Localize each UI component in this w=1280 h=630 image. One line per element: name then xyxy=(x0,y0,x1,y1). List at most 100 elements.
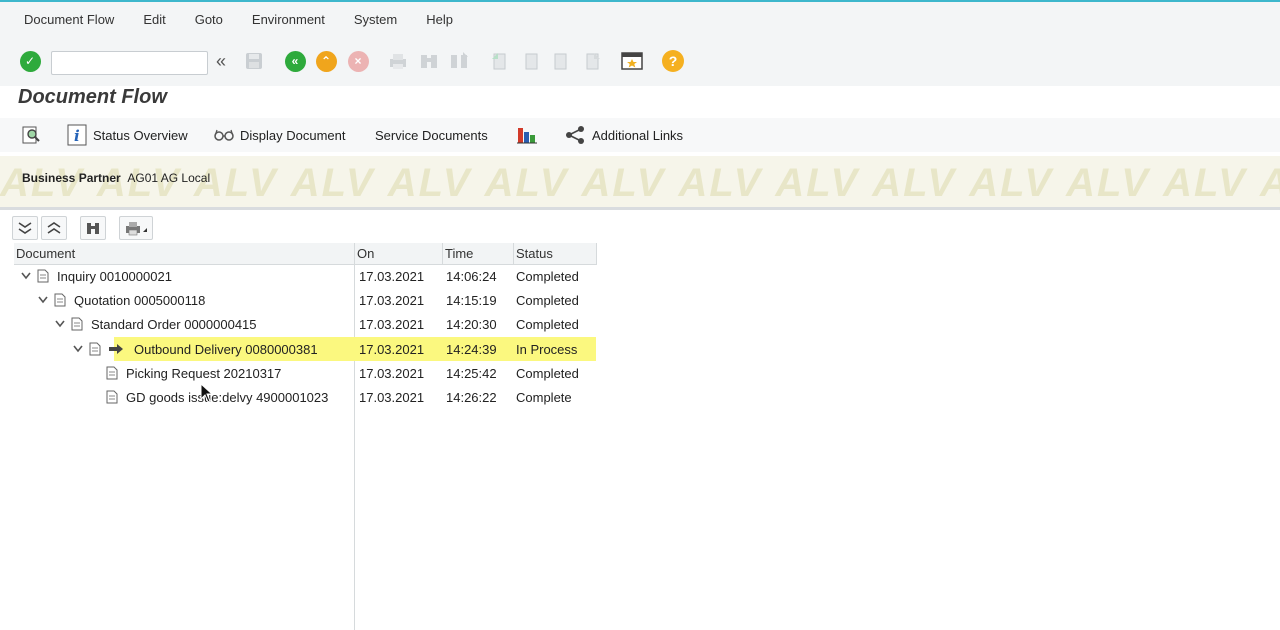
display-document-button[interactable]: Display Document xyxy=(214,118,346,152)
document-icon xyxy=(37,269,49,283)
status-cell: Complete xyxy=(516,389,572,405)
menu-bar: Document Flow Edit Goto Environment Syst… xyxy=(0,0,1280,36)
find-icon xyxy=(421,55,437,68)
enter-icon: ✓ xyxy=(19,50,41,72)
status-cell: Completed xyxy=(516,365,579,381)
first-page-button[interactable] xyxy=(488,36,510,86)
date-cell: 17.03.2021 xyxy=(359,268,425,284)
cancel-icon: × xyxy=(347,50,369,72)
time-cell: 14:24:39 xyxy=(446,341,497,357)
time-cell: 14:25:42 xyxy=(446,365,497,381)
layout-button[interactable] xyxy=(620,36,644,86)
sap-window: Document Flow Edit Goto Environment Syst… xyxy=(0,0,1280,630)
document-cell[interactable]: Standard Order 0000000415 xyxy=(91,312,257,336)
column-header-document[interactable]: Document xyxy=(14,243,354,265)
back-icon: « xyxy=(284,50,306,72)
last-page-icon xyxy=(586,53,600,70)
document-icon xyxy=(54,293,66,307)
menu-goto[interactable]: Goto xyxy=(191,10,227,29)
cancel-button[interactable]: × xyxy=(347,36,369,86)
document-search-icon xyxy=(22,126,40,144)
display-document-label: Display Document xyxy=(240,127,346,143)
service-documents-button[interactable]: Service Documents xyxy=(375,118,488,152)
help-button[interactable]: ? xyxy=(661,36,685,86)
time-cell: 14:20:30 xyxy=(446,316,497,332)
menu-help[interactable]: Help xyxy=(422,10,457,29)
standard-toolbar: ✓ « « ⌃ × ? xyxy=(0,36,1280,86)
tree-find-button[interactable] xyxy=(80,216,106,240)
info-icon: i xyxy=(67,124,87,146)
document-cell[interactable]: Quotation 0005000118 xyxy=(74,288,205,312)
date-cell: 17.03.2021 xyxy=(359,316,425,332)
table-row[interactable]: Picking Request 20210317 17.03.2021 14:2… xyxy=(14,361,596,385)
exit-button[interactable]: ⌃ xyxy=(315,36,337,86)
chevron-down-icon[interactable] xyxy=(54,312,66,336)
svg-text:i: i xyxy=(74,127,80,145)
column-divider xyxy=(596,243,597,265)
prev-page-button[interactable] xyxy=(520,36,542,86)
bar-chart-icon xyxy=(517,128,537,144)
back-button[interactable]: « xyxy=(284,36,306,86)
document-cell[interactable]: Outbound Delivery 0080000381 xyxy=(134,337,318,361)
exit-icon: ⌃ xyxy=(315,50,337,72)
expand-all-icon xyxy=(18,222,32,234)
table-row[interactable]: Outbound Delivery 0080000381 17.03.2021 … xyxy=(14,337,596,361)
column-header-status[interactable]: Status xyxy=(514,243,596,265)
chevron-down-icon[interactable] xyxy=(37,288,49,312)
chart-button[interactable] xyxy=(516,118,538,152)
document-cell[interactable]: GD goods issue:delvy 4900001023 xyxy=(126,385,328,409)
document-cell[interactable]: Picking Request 20210317 xyxy=(126,361,281,385)
print-icon xyxy=(126,222,147,236)
column-divider xyxy=(513,243,514,265)
enter-button[interactable]: ✓ xyxy=(18,36,42,86)
magnifier-button[interactable] xyxy=(20,118,42,152)
arrow-right-icon xyxy=(109,344,123,354)
last-page-button[interactable] xyxy=(582,36,604,86)
expand-all-button[interactable] xyxy=(12,216,38,240)
additional-links-button[interactable]: Additional Links xyxy=(564,118,683,152)
menu-document-flow[interactable]: Document Flow xyxy=(20,10,118,29)
help-icon: ? xyxy=(662,50,684,72)
time-cell: 14:26:22 xyxy=(446,389,497,405)
table-row[interactable]: Inquiry 0010000021 17.03.2021 14:06:24 C… xyxy=(14,264,596,288)
chevron-down-icon[interactable] xyxy=(72,337,84,361)
next-page-button[interactable] xyxy=(550,36,572,86)
column-header-on[interactable]: On xyxy=(355,243,442,265)
print-button[interactable] xyxy=(387,36,409,86)
date-cell: 17.03.2021 xyxy=(359,292,425,308)
glasses-icon xyxy=(214,128,234,142)
status-overview-label: Status Overview xyxy=(93,127,188,143)
time-cell: 14:06:24 xyxy=(446,268,497,284)
service-documents-label: Service Documents xyxy=(375,127,488,143)
table-row[interactable]: GD goods issue:delvy 4900001023 17.03.20… xyxy=(14,385,596,409)
save-icon xyxy=(246,53,262,69)
document-cell[interactable]: Inquiry 0010000021 xyxy=(57,264,172,288)
command-field[interactable] xyxy=(51,51,208,75)
date-cell: 17.03.2021 xyxy=(359,365,425,381)
menu-system[interactable]: System xyxy=(350,10,401,29)
document-icon xyxy=(71,317,83,331)
collapse-all-button[interactable] xyxy=(41,216,67,240)
application-toolbar: i Status Overview Display Document Servi… xyxy=(0,118,1280,152)
status-cell: Completed xyxy=(516,292,579,308)
document-icon xyxy=(106,390,118,404)
mouse-cursor-icon xyxy=(200,383,214,403)
status-cell: In Process xyxy=(516,341,578,357)
chevron-down-icon[interactable] xyxy=(20,264,32,288)
business-partner-info: Business Partner AG01 AG Local xyxy=(22,171,210,185)
table-row[interactable]: Quotation 0005000118 17.03.2021 14:15:19… xyxy=(14,288,596,312)
menu-edit[interactable]: Edit xyxy=(139,10,169,29)
find-next-icon xyxy=(451,52,468,68)
status-overview-button[interactable]: i Status Overview xyxy=(67,118,188,152)
find-button[interactable] xyxy=(418,36,440,86)
save-button[interactable] xyxy=(243,36,265,86)
find-next-button[interactable] xyxy=(448,36,470,86)
document-flow-tree: Document On Time Status Inquiry 00100000… xyxy=(14,243,1280,630)
collapse-all-icon xyxy=(47,222,61,234)
tree-print-button[interactable] xyxy=(119,216,153,240)
table-row[interactable]: Standard Order 0000000415 17.03.2021 14:… xyxy=(14,312,596,336)
menu-environment[interactable]: Environment xyxy=(248,10,329,29)
column-header-time[interactable]: Time xyxy=(443,243,513,265)
first-page-icon xyxy=(492,53,506,70)
command-toggle-button[interactable]: « xyxy=(210,36,232,86)
